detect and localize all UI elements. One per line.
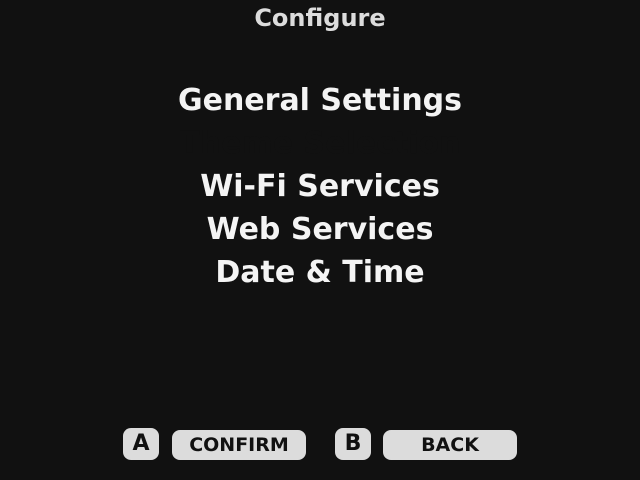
menu-item-date-time[interactable]: Date & Time (0, 251, 640, 294)
menu-item-label: Date & Time (215, 255, 425, 290)
page-title: Configure (254, 4, 386, 32)
menu-item-theme-selection[interactable]: Theme Selection (0, 122, 640, 165)
button-hints: A CONFIRM B BACK (0, 428, 640, 462)
confirm-button[interactable]: CONFIRM (172, 430, 306, 460)
settings-menu: General Settings Theme Selection Wi-Fi S… (0, 79, 640, 294)
menu-item-label: Web Services (206, 212, 434, 247)
menu-item-web-services[interactable]: Web Services (0, 208, 640, 251)
b-button-icon[interactable]: B (335, 428, 371, 460)
a-button-icon[interactable]: A (123, 428, 159, 460)
menu-item-label: Wi-Fi Services (200, 169, 440, 204)
back-button[interactable]: BACK (383, 430, 517, 460)
menu-item-general-settings[interactable]: General Settings (0, 79, 640, 122)
menu-item-label: Theme Selection (179, 126, 461, 161)
menu-item-label: General Settings (177, 83, 463, 118)
menu-item-wifi-services[interactable]: Wi-Fi Services (0, 165, 640, 208)
